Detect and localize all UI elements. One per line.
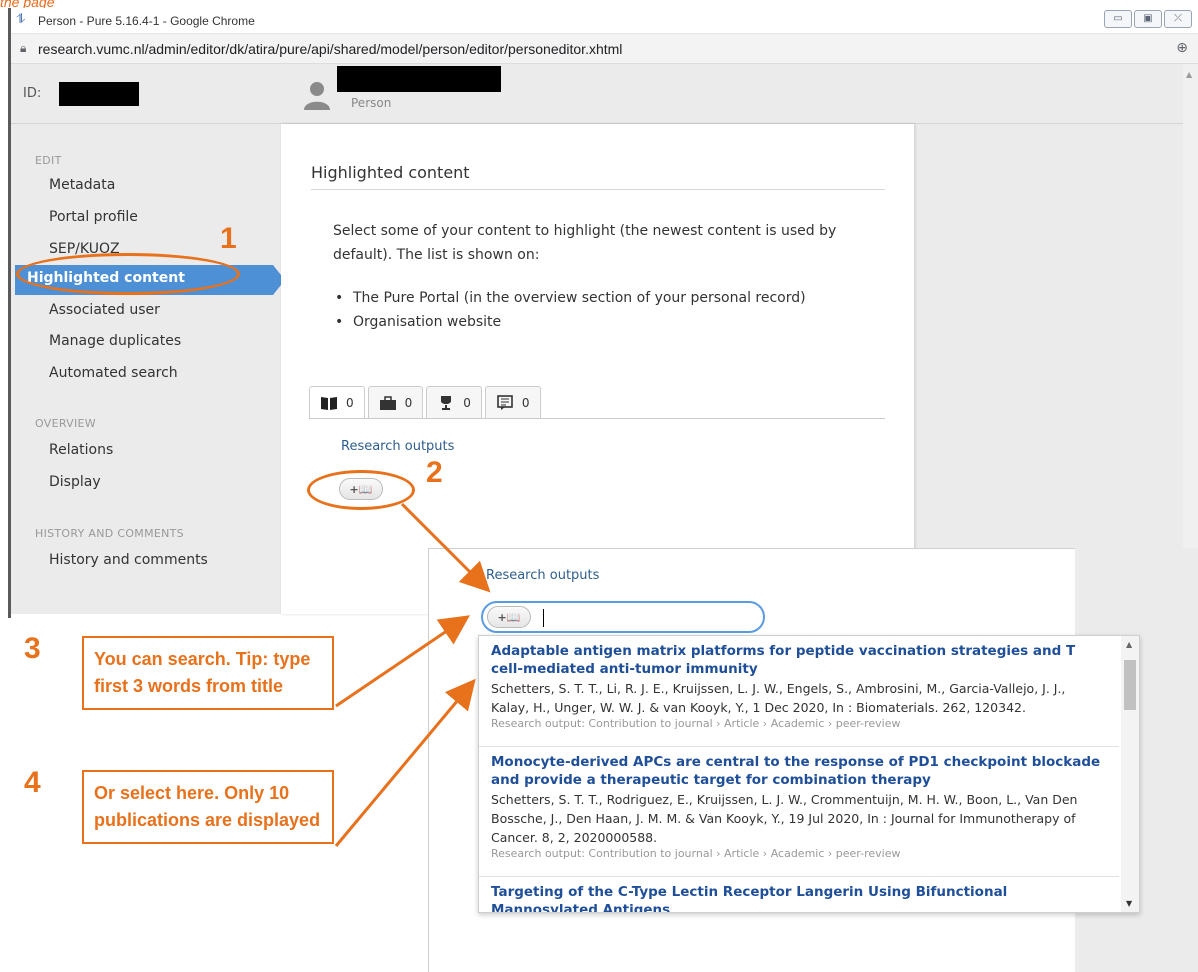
arrow-to-results xyxy=(334,678,476,847)
arrow-to-search xyxy=(400,502,491,593)
arrow-to-search-box xyxy=(335,615,470,708)
annotation-arrows xyxy=(334,502,491,847)
